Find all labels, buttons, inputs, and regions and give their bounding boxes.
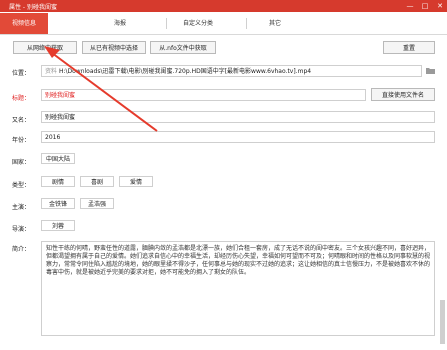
close-button[interactable]: ✕: [433, 0, 447, 12]
genre-label: 类型：: [12, 182, 31, 189]
country-label: 国家：: [12, 159, 31, 166]
country-tag[interactable]: 中国大陆: [41, 153, 75, 164]
folder-icon[interactable]: [426, 67, 435, 74]
tab-divider: [166, 18, 167, 29]
tab-custom-category[interactable]: 自定义分类: [168, 14, 228, 33]
maximize-button[interactable]: □: [418, 0, 432, 12]
year-label: 年份：: [12, 137, 31, 144]
cast-tag[interactable]: 金铁锋: [41, 198, 75, 209]
alias-label: 又名：: [12, 117, 31, 124]
cast-tag[interactable]: 孟浩强: [80, 198, 114, 209]
location-field[interactable]: 资料 H:\Downloads\迅雷下载\电影\别碰我闺蜜.720p.HD国语中…: [41, 65, 422, 77]
choose-from-existing-button[interactable]: 从已有视频中选择: [82, 41, 146, 54]
director-tag[interactable]: 刘蓉: [41, 220, 75, 231]
genre-tag[interactable]: 爱情: [119, 176, 153, 187]
genre-tag[interactable]: 剧情: [41, 176, 75, 187]
cast-label: 主演：: [12, 204, 31, 211]
director-label: 导演：: [12, 226, 31, 233]
title-label: 标题：: [12, 95, 31, 102]
use-filename-button[interactable]: 直接使用文件名: [371, 88, 435, 101]
tab-video-info[interactable]: 视频信息: [0, 13, 48, 34]
summary-textarea[interactable]: 知性干练的何晴，野蛮任性的道露，腼腆内敛的孟浩都是北漂一族，她们合租一套房，成了…: [41, 241, 435, 336]
minimize-button[interactable]: —: [403, 0, 417, 12]
fetch-from-web-button[interactable]: 从网络中获取: [13, 41, 77, 54]
title-bar: 属性 - 别碰我闺蜜 — □ ✕: [0, 0, 447, 12]
tab-divider: [246, 18, 247, 29]
window-title: 属性 - 别碰我闺蜜: [9, 4, 57, 11]
tab-poster[interactable]: 海报: [90, 14, 150, 33]
location-prefix: 资料: [45, 68, 58, 75]
location-path: H:\Downloads\迅雷下载\电影\别碰我闺蜜.720p.HD国语中字[最…: [58, 68, 312, 75]
alias-input[interactable]: 别碰我闺蜜: [41, 111, 435, 123]
title-input[interactable]: 别碰我闺蜜: [41, 89, 366, 101]
tab-other[interactable]: 其它: [248, 14, 302, 33]
reset-button[interactable]: 重置: [383, 41, 435, 54]
fetch-from-nfo-button[interactable]: 从.nfo文件中获取: [150, 41, 216, 54]
tab-bar: 视频信息 海报 自定义分类 其它: [0, 12, 447, 35]
summary-label: 简介：: [12, 246, 31, 253]
genre-tag[interactable]: 喜剧: [80, 176, 114, 187]
year-input[interactable]: 2016: [41, 131, 435, 143]
location-label: 位置：: [12, 70, 31, 77]
summary-scrollbar[interactable]: [440, 300, 445, 344]
